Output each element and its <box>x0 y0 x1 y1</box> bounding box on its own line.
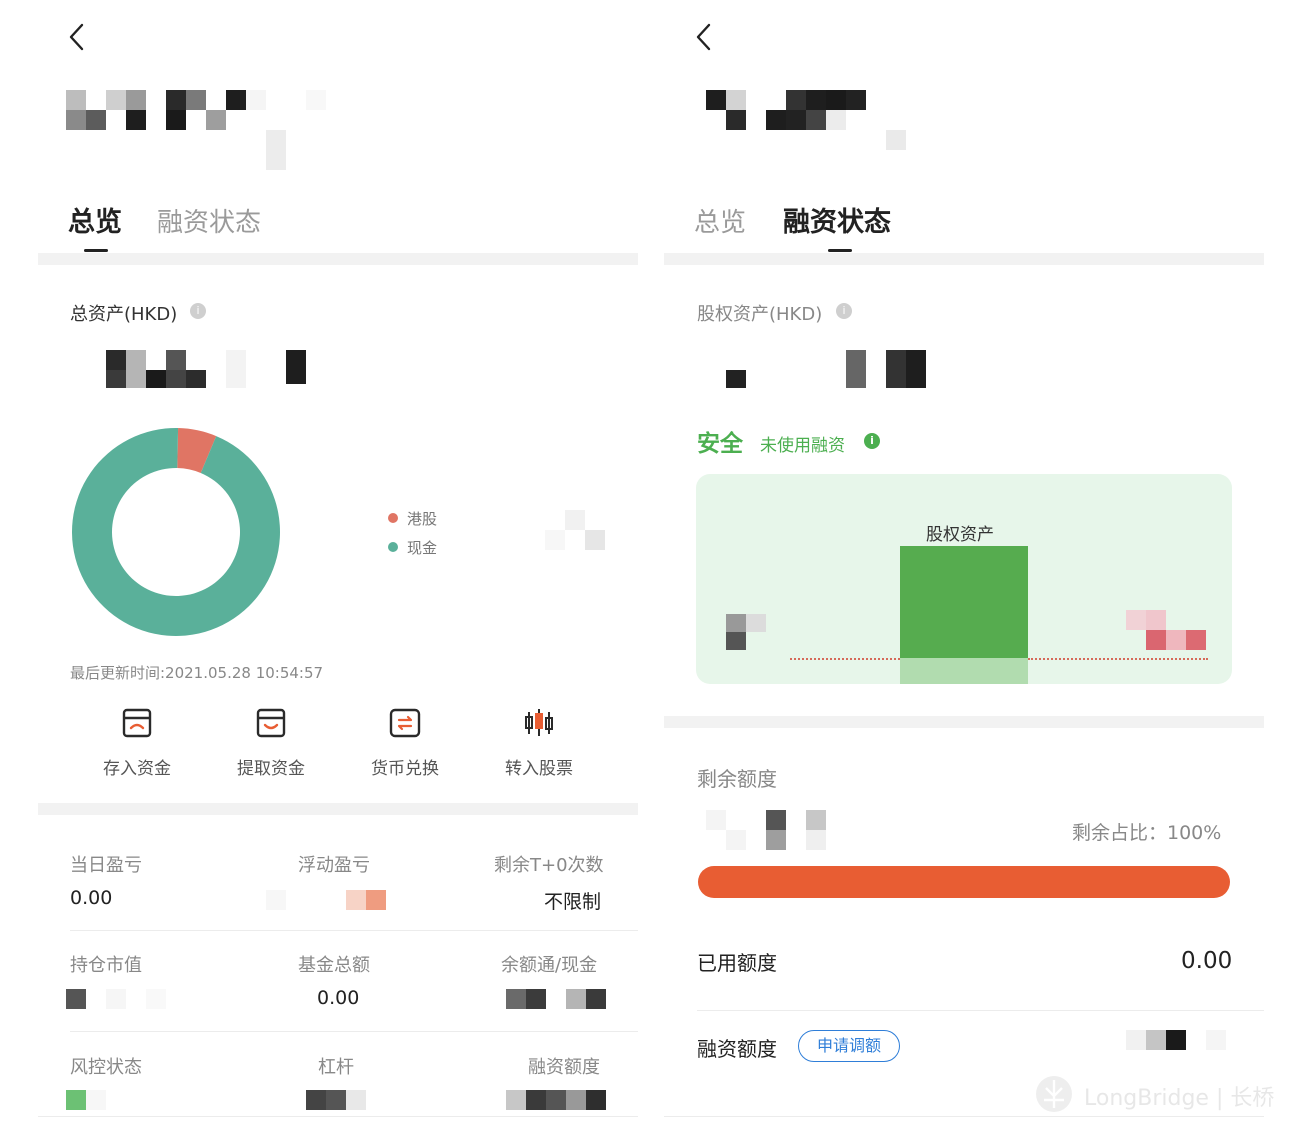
float-pnl-label: 浮动盈亏 <box>298 855 370 876</box>
action-deposit-label: 存入资金 <box>103 759 171 779</box>
info-icon[interactable]: i <box>190 303 206 319</box>
apply-adjustment-button[interactable]: 申请调额 <box>798 1030 900 1062</box>
remaining-progress-fill <box>698 866 1230 898</box>
credit-limit-label: 融资额度 <box>697 1037 777 1061</box>
tab-overview-label: 总览 <box>694 208 747 238</box>
holding-value-label: 持仓市值 <box>70 955 142 976</box>
left-screen: 总览 融资状态 总资产(HKD) i 港股现金 最后更新时间:2021.05.2… <box>0 0 652 1134</box>
row-divider <box>70 930 638 931</box>
float-pnl-value-redacted <box>266 888 390 910</box>
daily-pnl-label: 当日盈亏 <box>70 855 142 876</box>
tab-financing-status[interactable]: 融资状态 <box>157 202 261 239</box>
used-credit-value: 0.00 <box>1181 948 1233 974</box>
section-divider <box>664 253 1264 265</box>
leverage-value-redacted <box>304 1090 374 1112</box>
used-credit-label: 已用额度 <box>697 951 777 975</box>
risk-status-label: 风控状态 <box>70 1057 142 1078</box>
daily-pnl-value: 0.00 <box>70 887 113 909</box>
action-deposit[interactable]: 存入资金 <box>87 706 187 779</box>
row-divider <box>697 1010 1264 1011</box>
back-button[interactable] <box>689 20 721 54</box>
threshold-line-left <box>790 658 900 660</box>
right-marker-redacted <box>1124 610 1208 652</box>
remaining-progress-track <box>698 866 1230 898</box>
row-divider-2 <box>70 1031 638 1032</box>
action-transfer-stock[interactable]: 转入股票 <box>489 706 589 779</box>
bottom-line <box>38 1116 638 1117</box>
asset-donut-chart <box>72 428 281 636</box>
equity-bar-base <box>900 658 1028 684</box>
equity-bar <box>900 546 1028 658</box>
t0-remaining-value: 不限制 <box>544 891 602 913</box>
legend-label: 现金 <box>407 539 438 557</box>
remaining-credit-label: 剩余额度 <box>697 767 777 791</box>
chevron-left-icon <box>696 23 711 51</box>
action-withdraw-label: 提取资金 <box>237 759 305 779</box>
currency-exchange-icon <box>389 708 421 738</box>
total-assets-label: 总资产(HKD) <box>70 304 178 325</box>
cash-balance-label: 余额通/现金 <box>501 955 598 976</box>
fund-total-value: 0.00 <box>317 987 360 1009</box>
remaining-ratio: 剩余占比：100% <box>1072 822 1222 844</box>
left-marker-redacted <box>726 612 786 652</box>
margin-limit-label: 融资额度 <box>528 1057 600 1078</box>
withdraw-icon <box>256 708 286 738</box>
last-updated-text: 最后更新时间:2021.05.28 10:54:57 <box>70 664 324 682</box>
margin-limit-value-redacted <box>505 1090 609 1112</box>
action-currency-exchange-label: 货币兑换 <box>371 759 439 779</box>
info-icon[interactable]: i <box>836 303 852 319</box>
threshold-line-right <box>1028 658 1208 660</box>
equity-bar-label: 股权资产 <box>926 525 994 545</box>
leverage-label: 杠杆 <box>318 1057 354 1078</box>
action-withdraw[interactable]: 提取资金 <box>221 706 321 779</box>
fund-total-label: 基金总额 <box>298 955 370 976</box>
risk-status-value-redacted <box>64 1090 124 1112</box>
safety-note: 未使用融资 <box>760 436 845 456</box>
chevron-left-icon <box>69 23 84 51</box>
back-button[interactable] <box>62 20 94 54</box>
watermark: LongBridge | 长桥 <box>1034 1072 1284 1118</box>
tab-overview[interactable]: 总览 <box>68 200 122 239</box>
transfer-stock-icon <box>525 709 553 736</box>
action-currency-exchange[interactable]: 货币兑换 <box>355 706 455 779</box>
equity-assets-label: 股权资产(HKD) <box>697 304 823 325</box>
right-screen: 总览 融资状态 股权资产(HKD) i 安全 未使用融资 i 股权资产 剩余额度… <box>652 0 1304 1134</box>
cash-balance-value-redacted <box>505 988 609 1010</box>
tab-overview-indicator <box>84 249 108 252</box>
equity-chart-panel: 股权资产 <box>696 474 1232 684</box>
safety-status: 安全 <box>697 431 743 457</box>
legend-value-redacted <box>535 490 615 560</box>
section-divider <box>38 253 638 265</box>
tab-financing-status-label: 融资状态 <box>783 207 891 238</box>
credit-limit-value-redacted <box>1126 1030 1226 1054</box>
legend-dot <box>388 513 398 523</box>
total-assets-value-redacted <box>104 348 314 392</box>
section-divider-2 <box>38 803 638 815</box>
tab-financing-status-label: 融资状态 <box>157 208 262 238</box>
donut-slice-cash <box>72 428 281 636</box>
tab-financing-status[interactable]: 融资状态 <box>783 200 891 239</box>
action-transfer-stock-label: 转入股票 <box>505 759 573 779</box>
longbridge-logo-icon <box>1036 1076 1072 1112</box>
holding-value-redacted <box>64 988 174 1010</box>
deposit-icon <box>122 708 152 738</box>
account-name-redacted <box>62 86 352 176</box>
equity-assets-value-redacted <box>722 348 932 392</box>
remaining-credit-value-redacted <box>704 808 834 852</box>
info-icon[interactable]: i <box>864 433 880 449</box>
account-name-redacted <box>702 86 992 176</box>
tab-financing-status-indicator <box>828 249 852 252</box>
legend-label: 港股 <box>407 510 438 528</box>
legend-dot <box>388 542 398 552</box>
tab-overview-label: 总览 <box>68 207 122 238</box>
t0-remaining-label: 剩余T+0次数 <box>494 855 604 876</box>
section-divider-2 <box>664 716 1264 728</box>
tab-overview[interactable]: 总览 <box>694 202 746 239</box>
